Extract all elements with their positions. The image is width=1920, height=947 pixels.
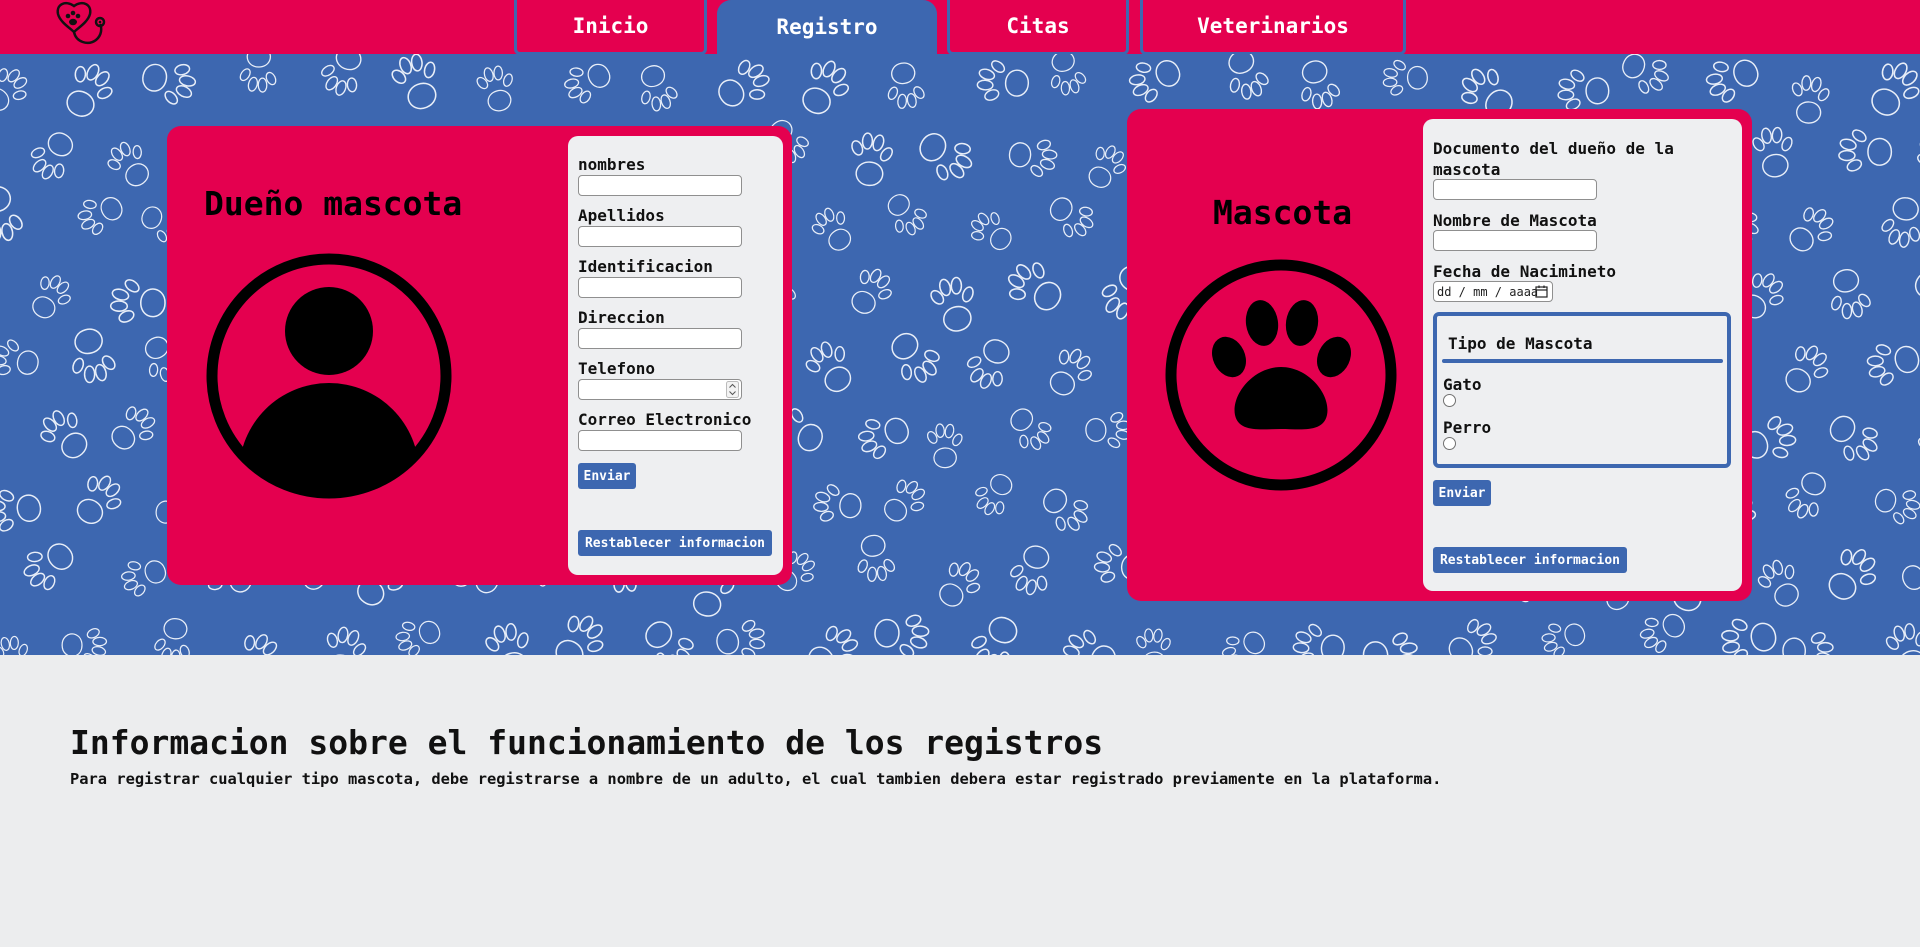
nombres-label: nombres <box>578 155 646 174</box>
owner-submit-button[interactable]: Enviar <box>578 463 636 489</box>
documento-input[interactable] <box>1433 179 1597 200</box>
direccion-input[interactable] <box>578 328 742 349</box>
number-spinner-icon[interactable] <box>726 381 739 398</box>
perro-label: Perro <box>1443 418 1492 437</box>
correo-label: Correo Electronico <box>578 410 752 429</box>
owner-card-title: Dueño mascota <box>204 184 463 223</box>
apellidos-input[interactable] <box>578 226 742 247</box>
gato-radio[interactable] <box>1443 394 1456 407</box>
pet-type-legend: Tipo de Mascota <box>1448 334 1593 353</box>
nombre-mascota-input[interactable] <box>1433 230 1597 251</box>
nombre-mascota-label: Nombre de Mascota <box>1433 211 1597 230</box>
pet-reset-button[interactable]: Restablecer informacion <box>1433 547 1627 573</box>
tab-inicio[interactable]: Inicio <box>514 0 707 55</box>
perro-radio[interactable] <box>1443 437 1456 450</box>
calendar-icon[interactable] <box>1535 285 1548 298</box>
owner-form-panel <box>568 136 783 575</box>
pet-submit-button[interactable]: Enviar <box>1433 480 1491 506</box>
tab-veterinarios-label: Veterinarios <box>1197 14 1349 38</box>
tab-citas[interactable]: Citas <box>947 0 1129 55</box>
identificacion-label: Identificacion <box>578 257 713 276</box>
paw-icon <box>1165 259 1397 491</box>
documento-label: Documento del dueño de la mascota <box>1433 139 1674 179</box>
person-avatar-icon <box>206 253 452 499</box>
vet-logo-icon[interactable] <box>44 0 112 50</box>
telefono-label: Telefono <box>578 359 656 378</box>
telefono-input[interactable] <box>578 379 742 400</box>
pet-card-title: Mascota <box>1213 193 1353 232</box>
owner-reset-button[interactable]: Restablecer informacion <box>578 530 772 556</box>
tab-veterinarios[interactable]: Veterinarios <box>1140 0 1406 55</box>
correo-input[interactable] <box>578 430 742 451</box>
fecha-input[interactable]: dd / mm / aaaa <box>1433 281 1553 302</box>
tab-inicio-label: Inicio <box>572 14 649 38</box>
top-navbar: Inicio Registro Citas Veterinarios <box>0 0 1920 56</box>
legend-underline <box>1442 359 1723 363</box>
tab-registro-label: Registro <box>776 14 878 39</box>
apellidos-label: Apellidos <box>578 206 665 225</box>
direccion-label: Direccion <box>578 308 665 327</box>
info-title: Informacion sobre el funcionamiento de l… <box>70 723 1104 762</box>
info-text: Para registrar cualquier tipo mascota, d… <box>70 770 1442 788</box>
gato-label: Gato <box>1443 375 1482 394</box>
fecha-label: Fecha de Nacimineto <box>1433 262 1617 281</box>
nombres-input[interactable] <box>578 175 742 196</box>
identificacion-input[interactable] <box>578 277 742 298</box>
fecha-placeholder: dd / mm / aaaa <box>1437 284 1539 299</box>
tab-citas-label: Citas <box>1006 14 1070 38</box>
tab-registro[interactable]: Registro <box>717 0 937 56</box>
